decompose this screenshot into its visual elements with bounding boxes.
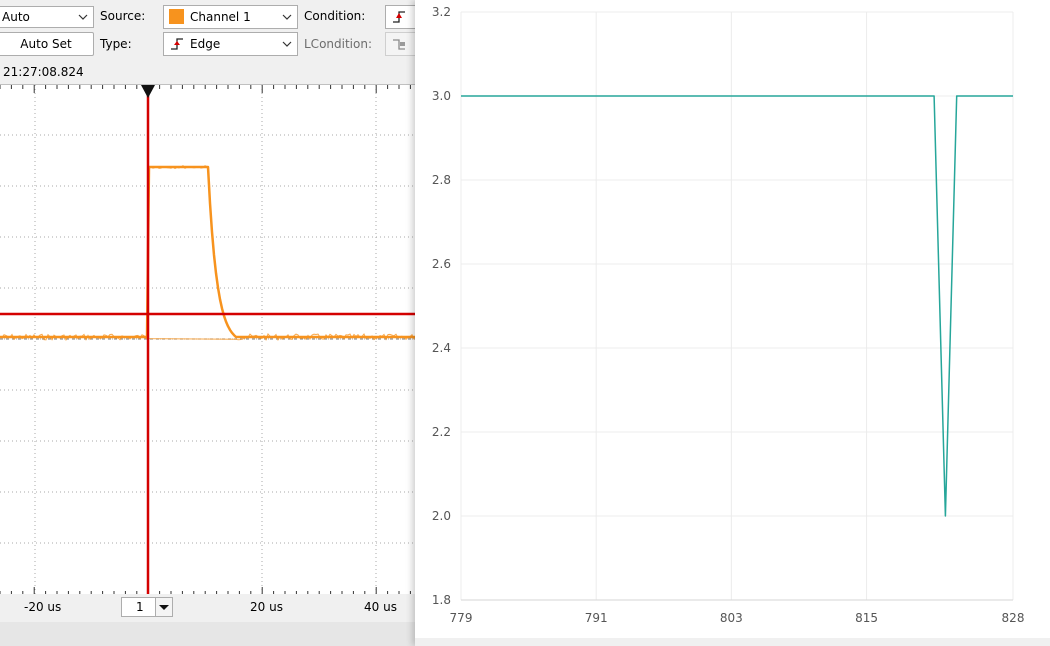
- x-tick-label: 803: [720, 611, 743, 625]
- type-label: Type:: [100, 37, 132, 51]
- line-chart[interactable]: 779 791 803 815 828 1.8 2.0 2.2 2.4 2.6 2.8 3.0 3.2: [415, 0, 1050, 638]
- channel-select[interactable]: 1: [121, 597, 173, 617]
- chevron-down-icon: [159, 605, 169, 610]
- scope-plot-area[interactable]: [0, 84, 415, 595]
- condition-select[interactable]: [385, 5, 415, 29]
- auto-set-button[interactable]: Auto Set: [0, 32, 94, 56]
- x-tick-label: 828: [1002, 611, 1025, 625]
- chart-footer: [415, 638, 1050, 646]
- trigger-marker-icon[interactable]: [141, 85, 155, 98]
- chevron-down-icon: [282, 41, 292, 47]
- channel-select-dropdown[interactable]: [155, 598, 172, 616]
- y-tick-label: 2.0: [432, 509, 451, 523]
- oscilloscope-window: Auto Auto Set Source: Channel 1 Type: Ed…: [0, 0, 415, 646]
- y-tick-label: 2.8: [432, 173, 451, 187]
- trigger-mode-select[interactable]: Auto: [0, 6, 94, 28]
- condition-label: Condition:: [304, 9, 366, 23]
- rising-edge-icon: [393, 11, 405, 23]
- y-tick-label: 2.6: [432, 257, 451, 271]
- line-chart-window: 779 791 803 815 828 1.8 2.0 2.2 2.4 2.6 2.8 3.0 3.2: [415, 0, 1050, 646]
- source-label: Source:: [100, 9, 146, 23]
- chevron-down-icon: [78, 14, 88, 20]
- chart-series-line: [461, 95, 1013, 517]
- x-tick-label: 779: [450, 611, 473, 625]
- y-tick-label: 2.2: [432, 425, 451, 439]
- lcondition-label: LCondition:: [304, 37, 372, 51]
- x-tick-label: 815: [855, 611, 878, 625]
- x-tick-label: 20 us: [250, 600, 283, 614]
- channel-1-trace: [0, 165, 415, 339]
- y-tick-label: 2.4: [432, 341, 451, 355]
- type-value: Edge: [190, 37, 221, 51]
- edge-trigger-icon: [171, 38, 183, 50]
- x-tick-label: -20 us: [24, 600, 62, 614]
- chevron-down-icon: [282, 14, 292, 20]
- scope-waveform-plot[interactable]: [0, 85, 415, 595]
- y-tick-label: 3.0: [432, 89, 451, 103]
- y-tick-label: 3.2: [432, 5, 451, 19]
- trigger-toolbar: Auto Auto Set Source: Channel 1 Type: Ed…: [0, 0, 415, 62]
- capture-timestamp: 21:27:08.824: [3, 65, 84, 79]
- x-tick-label: 791: [585, 611, 608, 625]
- scope-time-axis: -20 us 1 20 us 40 us: [0, 594, 415, 622]
- y-tick-label: 1.8: [432, 593, 451, 607]
- horizontal-scrollbar[interactable]: [0, 622, 415, 646]
- channel-select-value: 1: [136, 600, 144, 614]
- type-select[interactable]: Edge: [163, 32, 298, 56]
- channel-color-swatch: [169, 9, 184, 24]
- source-select[interactable]: Channel 1: [163, 5, 298, 29]
- lcondition-select[interactable]: [385, 32, 415, 56]
- x-tick-label: 40 us: [364, 600, 397, 614]
- source-value: Channel 1: [190, 10, 251, 24]
- level-trigger-icon: [393, 39, 405, 50]
- trigger-mode-value: Auto: [2, 10, 30, 24]
